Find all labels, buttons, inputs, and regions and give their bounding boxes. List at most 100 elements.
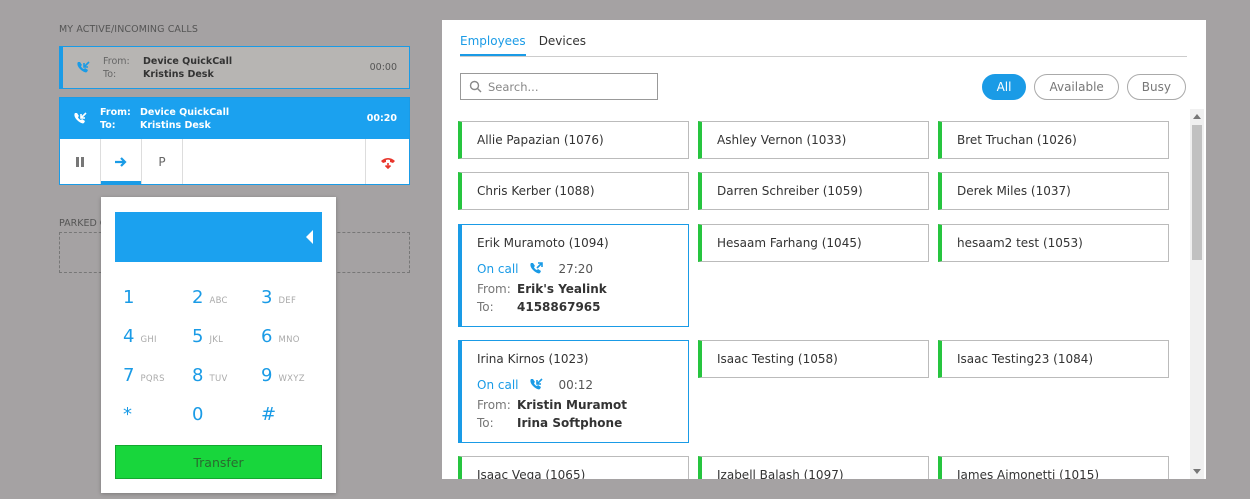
filter-available[interactable]: Available	[1034, 74, 1119, 100]
dial-display[interactable]	[115, 212, 322, 262]
employee-card[interactable]: James Aimonetti (1015)	[938, 456, 1169, 479]
hangup-icon	[380, 157, 395, 169]
dial-key-letters: JKL	[209, 335, 224, 345]
call-to: Irina Softphone	[517, 416, 623, 430]
employee-card[interactable]: Hesaam Farhang (1045)	[698, 224, 929, 262]
employee-card[interactable]: Bret Truchan (1026)	[938, 121, 1169, 159]
from-label: From:	[100, 106, 131, 118]
dial-key[interactable]: *	[123, 404, 192, 427]
call-toolbar: P	[59, 139, 410, 185]
scroll-thumb[interactable]	[1192, 125, 1202, 260]
status-label: On call	[477, 378, 519, 392]
employee-name: Chris Kerber (1088)	[477, 184, 595, 198]
employee-card[interactable]: Irina Kirnos (1023) On call 00:12 From: Kris…	[458, 340, 689, 443]
dial-key[interactable]: 3 DEF	[261, 287, 330, 310]
employee-name: Isaac Vega (1065)	[477, 468, 586, 479]
active-calls-title: MY ACTIVE/INCOMING CALLS	[59, 24, 198, 35]
dial-key[interactable]: 0	[192, 404, 261, 427]
call-to: Kristins Desk	[143, 68, 214, 80]
dial-key-digit: 6	[261, 326, 273, 347]
employee-card[interactable]: Darren Schreiber (1059)	[698, 172, 929, 210]
dial-key-digit: 9	[261, 365, 273, 386]
dial-key-digit: 5	[192, 326, 204, 347]
dial-key-letters: MNO	[278, 335, 300, 345]
transfer-button[interactable]: Transfer	[115, 445, 322, 479]
from-label: From:	[477, 398, 511, 412]
tab-devices[interactable]: Devices	[539, 34, 586, 56]
dial-key-digit: *	[123, 404, 132, 425]
employee-status-row: On call 27:20	[477, 261, 593, 277]
dial-key-digit: #	[261, 404, 277, 425]
dial-key[interactable]: 9 WXYZ	[261, 365, 330, 388]
dial-key-digit: 4	[123, 326, 135, 347]
dial-key[interactable]: 5 JKL	[192, 326, 261, 349]
dial-key[interactable]: 6 MNO	[261, 326, 330, 349]
employee-name: Bret Truchan (1026)	[957, 133, 1077, 147]
dial-key-letters: DEF	[278, 296, 297, 306]
dial-key-digit: 3	[261, 287, 273, 308]
dial-key[interactable]: 4 GHI	[123, 326, 192, 349]
filter-all[interactable]: All	[981, 74, 1027, 100]
dial-key[interactable]: 7 PQRS	[123, 365, 192, 388]
filter-busy[interactable]: Busy	[1126, 74, 1186, 100]
backspace-icon[interactable]	[306, 230, 313, 244]
dial-key-digit: 2	[192, 287, 204, 308]
call-from: Erik's Yealink	[517, 282, 607, 296]
employee-name: Hesaam Farhang (1045)	[717, 236, 862, 250]
dial-key-letters: TUV	[209, 374, 228, 384]
employee-name: Isaac Testing23 (1084)	[957, 352, 1094, 366]
hold-button[interactable]	[60, 139, 101, 184]
dialpad-keys: 1 2 ABC 3 DEF 4 GHI 5 JKL 6 MNO 7 PQRS 8 TUV 9 WXYZ * 0 #	[123, 287, 330, 427]
employee-name: Isaac Testing (1058)	[717, 352, 838, 366]
scroll-down-icon[interactable]	[1193, 469, 1201, 474]
employee-card[interactable]: Allie Papazian (1076)	[458, 121, 689, 159]
parked-calls-title: PARKED C	[59, 218, 107, 229]
dialpad-popup: 1 2 ABC 3 DEF 4 GHI 5 JKL 6 MNO 7 PQRS 8 TUV 9 WXYZ * 0 # T…	[101, 197, 336, 493]
dial-key[interactable]: 8 TUV	[192, 365, 261, 388]
employee-name: Izabell Balash (1097)	[717, 468, 844, 479]
call-duration: 00:00	[369, 62, 397, 73]
dial-key-digit: 7	[123, 365, 135, 386]
employee-card[interactable]: Derek Miles (1037)	[938, 172, 1169, 210]
to-label: To:	[103, 68, 117, 80]
employee-card[interactable]: hesaam2 test (1053)	[938, 224, 1169, 262]
employee-card[interactable]: Isaac Vega (1065)	[458, 456, 689, 479]
employee-card[interactable]: Isaac Testing (1058)	[698, 340, 929, 378]
employee-call-info: From: Erik's Yealink To: 4158867965	[477, 282, 607, 314]
call-item-active[interactable]: From: Device QuickCall To: Kristins Desk…	[59, 97, 410, 140]
employee-name: Irina Kirnos (1023)	[477, 352, 589, 366]
incoming-call-icon	[530, 378, 544, 390]
search-box	[460, 73, 658, 100]
scrollbar[interactable]	[1190, 109, 1204, 479]
outgoing-call-icon	[530, 262, 544, 274]
scroll-up-icon[interactable]	[1193, 114, 1201, 119]
incoming-call-icon	[63, 60, 103, 76]
call-from: Device QuickCall	[143, 55, 233, 67]
from-label: From:	[103, 55, 130, 67]
employee-card[interactable]: Ashley Vernon (1033)	[698, 121, 929, 159]
call-duration: 27:20	[558, 262, 594, 276]
call-item[interactable]: From: Device QuickCall To: Kristins Desk…	[59, 46, 410, 89]
search-input[interactable]	[488, 79, 648, 94]
employee-call-info: From: Kristin Muramot To: Irina Softphone	[477, 398, 627, 430]
park-button[interactable]: P	[142, 139, 183, 184]
dial-key[interactable]: 1	[123, 287, 192, 310]
dial-key[interactable]: 2 ABC	[192, 287, 261, 310]
call-to: 4158867965	[517, 300, 601, 314]
employee-status-row: On call 00:12	[477, 377, 593, 393]
arrow-right-icon	[115, 156, 127, 167]
employee-card[interactable]: Isaac Testing23 (1084)	[938, 340, 1169, 378]
dial-key[interactable]: #	[261, 404, 330, 427]
employee-card[interactable]: Erik Muramoto (1094) On call 27:20 From: Eri…	[458, 224, 689, 327]
pause-icon	[76, 156, 84, 167]
hangup-button[interactable]	[366, 139, 409, 184]
dial-key-letters: GHI	[140, 335, 157, 345]
employee-card[interactable]: Izabell Balash (1097)	[698, 456, 929, 479]
to-label: To:	[100, 119, 116, 131]
employee-card[interactable]: Chris Kerber (1088)	[458, 172, 689, 210]
tab-employees[interactable]: Employees	[460, 34, 526, 56]
employee-name: hesaam2 test (1053)	[957, 236, 1083, 250]
dial-key-letters: ABC	[209, 296, 228, 306]
transfer-toggle-button[interactable]	[101, 139, 142, 185]
employee-name: Allie Papazian (1076)	[477, 133, 604, 147]
